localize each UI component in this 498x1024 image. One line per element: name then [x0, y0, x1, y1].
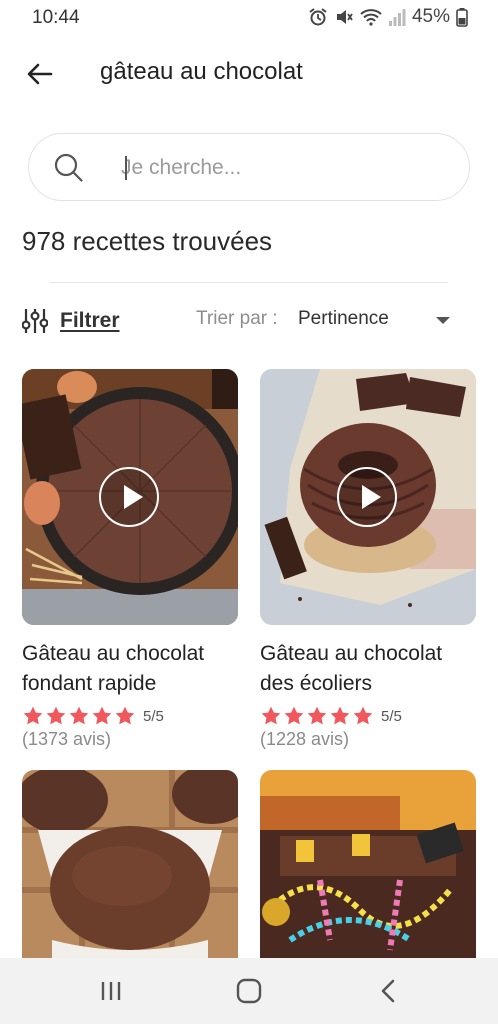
app-header: gâteau au chocolat: [0, 50, 498, 98]
status-bar: 10:44 45%: [0, 0, 498, 34]
search-input[interactable]: [121, 150, 441, 186]
search-icon: [54, 153, 83, 182]
filter-label: Filtrer: [60, 309, 120, 332]
star-icon: [23, 706, 43, 725]
rating: 5/5: [22, 705, 238, 727]
recipe-image: [22, 770, 238, 958]
star-icon: [353, 706, 373, 725]
dropdown-arrow-icon: [436, 317, 450, 324]
back-arrow-icon[interactable]: [24, 58, 56, 90]
play-icon[interactable]: [99, 467, 159, 527]
text-cursor: [125, 156, 127, 180]
divider: [50, 282, 448, 283]
recipe-image: [260, 770, 476, 958]
star-icon: [307, 706, 327, 725]
signal-icon: [388, 9, 406, 26]
play-icon[interactable]: [337, 467, 397, 527]
star-icon: [330, 706, 350, 725]
sort-label: Trier par :: [196, 308, 278, 329]
star-icon: [69, 706, 89, 725]
battery-icon: [456, 8, 468, 27]
review-count: (1373 avis): [22, 729, 112, 749]
filter-sliders-icon: [22, 309, 48, 333]
recipe-card[interactable]: Gâteau au chocolat fondant rapide 5/5 (1…: [22, 369, 238, 750]
candy-cake-photo: [260, 770, 476, 958]
recipe-image: [260, 369, 476, 625]
recipe-title: Gâteau au chocolat des écoliers: [260, 642, 443, 695]
star-icon: [92, 706, 112, 725]
rating: 5/5: [260, 705, 476, 727]
filter-button[interactable]: Filtrer: [22, 304, 120, 338]
nav-back-icon[interactable]: [374, 976, 404, 1006]
search-bar[interactable]: [28, 133, 470, 201]
recipe-card[interactable]: Gâteau au chocolat des écoliers 5/5 (122…: [260, 369, 476, 750]
star-icon: [115, 706, 135, 725]
recipe-title: Gâteau au chocolat fondant rapide: [22, 642, 205, 695]
rating-score: 5/5: [143, 707, 164, 725]
star-icon: [284, 706, 304, 725]
recipe-card[interactable]: [260, 770, 476, 958]
mute-icon: [336, 10, 353, 24]
recipe-card[interactable]: [22, 770, 238, 958]
star-icon: [261, 706, 281, 725]
rating-score: 5/5: [381, 707, 402, 725]
recent-apps-icon[interactable]: [96, 976, 126, 1006]
status-time: 10:44: [32, 7, 80, 28]
sort-value: Pertinence: [298, 308, 389, 329]
recipe-image: [22, 369, 238, 625]
wifi-icon: [360, 9, 382, 26]
muffin-photo: [22, 770, 238, 958]
sort-dropdown[interactable]: Pertinence: [298, 308, 458, 334]
review-count: (1228 avis): [260, 729, 350, 749]
star-icon: [46, 706, 66, 725]
results-count: 978 recettes trouvées: [22, 226, 273, 256]
alarm-icon: [309, 8, 327, 26]
system-nav-bar: [0, 958, 498, 1024]
battery-percent: 45%: [411, 6, 450, 27]
status-icons: 45%: [308, 6, 468, 28]
page-title: gâteau au chocolat: [100, 58, 303, 85]
home-icon[interactable]: [234, 976, 264, 1006]
